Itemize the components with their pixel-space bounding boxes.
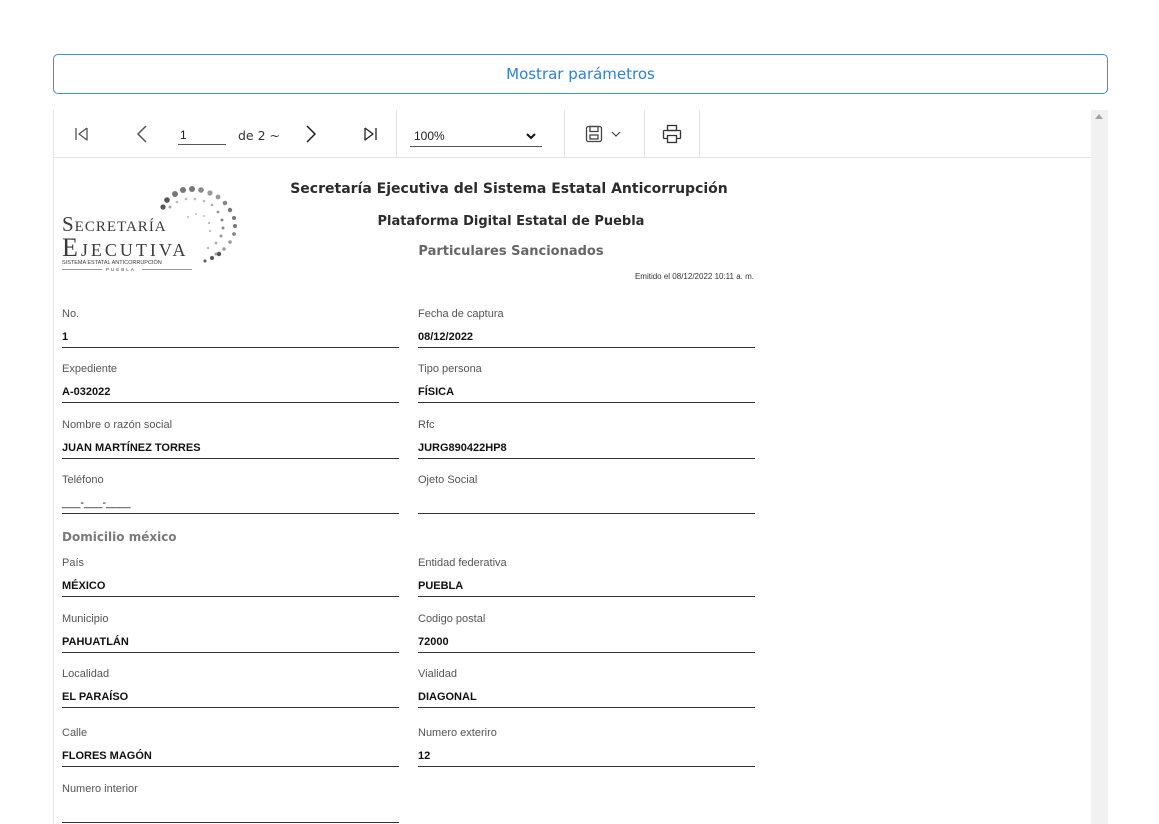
emitted-timestamp: Emitido el 08/12/2022 10:11 a. m.	[634, 272, 754, 281]
field-value: JURG890422HP8	[418, 442, 507, 454]
chevron-down-icon	[526, 129, 536, 143]
report-title: Secretaría Ejecutiva del Sistema Estatal…	[290, 181, 728, 197]
logo-text-ejecutiva: Ejecutiva	[62, 233, 189, 262]
field-underline	[62, 652, 399, 653]
field-underline	[418, 707, 755, 708]
field-label: Tipo persona	[418, 363, 482, 375]
field-value: 12	[418, 750, 431, 762]
field-value: 1	[62, 331, 69, 343]
field-label: Localidad	[62, 668, 110, 680]
field-value: DIAGONAL	[418, 691, 477, 703]
page-number-input[interactable]	[178, 126, 226, 145]
previous-page-icon[interactable]	[131, 123, 153, 145]
field-label: Entidad federativa	[418, 557, 507, 569]
logo-text-sistema: SISTEMA ESTATAL ANTICORRUPCIÓN	[62, 260, 162, 266]
field-underline	[418, 596, 755, 597]
field-value: 72000	[418, 636, 449, 648]
save-icon[interactable]	[583, 123, 605, 145]
field-underline	[62, 822, 399, 823]
field-label: Ojeto Social	[418, 474, 478, 486]
field-underline	[62, 347, 399, 348]
field-value: JUAN MARTÍNEZ TORRES	[62, 442, 201, 454]
print-group	[645, 110, 700, 158]
field-underline	[418, 402, 755, 403]
field-value: FLORES MAGÓN	[62, 750, 152, 762]
field-label: Nombre o razón social	[62, 419, 173, 431]
field-underline	[418, 766, 755, 767]
report-viewer: de 2 ~ 100%	[53, 110, 1091, 824]
field-label: Codigo postal	[418, 613, 486, 625]
field-label: Teléfono	[62, 474, 104, 486]
report-subtitle: Plataforma Digital Estatal de Puebla	[377, 214, 645, 229]
field-value: 08/12/2022	[418, 331, 474, 343]
logo-text-puebla: PUEBLA	[106, 267, 136, 272]
field-value: PUEBLA	[418, 580, 464, 592]
field-underline	[418, 347, 755, 348]
logo-rule-left	[62, 269, 102, 270]
field-underline	[62, 707, 399, 708]
vertical-scrollbar[interactable]	[1091, 110, 1108, 824]
zoom-select[interactable]: 100%	[410, 125, 542, 147]
field-value: PAHUATLÁN	[62, 636, 129, 648]
field-underline	[62, 596, 399, 597]
print-icon[interactable]	[661, 123, 683, 145]
chevron-down-icon[interactable]	[605, 123, 627, 145]
last-page-icon[interactable]	[359, 123, 381, 145]
field-underline	[418, 458, 755, 459]
field-label: Expediente	[62, 363, 118, 375]
next-page-icon[interactable]	[300, 123, 322, 145]
field-value: A-032022	[62, 386, 111, 398]
field-label: Rfc	[418, 419, 435, 431]
field-underline	[418, 652, 755, 653]
report-toolbar: de 2 ~ 100%	[54, 110, 1091, 158]
page-navigation-group: de 2 ~	[54, 110, 397, 158]
field-label: Vialidad	[418, 668, 457, 680]
show-parameters-button[interactable]: Mostrar parámetros	[53, 54, 1108, 94]
field-value: FÍSICA	[418, 386, 455, 398]
field-label: País	[62, 557, 85, 569]
field-underline	[62, 766, 399, 767]
logo-rule-right	[142, 269, 192, 270]
zoom-group: 100%	[397, 110, 565, 158]
page-count-label: de 2 ~	[238, 128, 280, 143]
field-value: MÉXICO	[62, 580, 106, 592]
field-label: No.	[62, 308, 80, 320]
field-underline	[62, 402, 399, 403]
export-group	[565, 110, 645, 158]
report-section-title: Particulares Sancionados	[418, 244, 604, 259]
field-underline	[62, 458, 399, 459]
field-value: ___-___-____	[62, 497, 131, 509]
field-value: EL PARAÍSO	[62, 691, 129, 703]
field-label: Numero exteriro	[418, 727, 497, 739]
field-label: Numero interior	[62, 783, 138, 795]
zoom-value: 100%	[414, 128, 445, 143]
field-label: Calle	[62, 727, 88, 739]
domicilio-heading: Domicilio méxico	[62, 530, 177, 544]
field-label: Municipio	[62, 613, 109, 625]
field-label: Fecha de captura	[418, 308, 504, 320]
secretaria-ejecutiva-logo: Secretaría Ejecutiva SISTEMA ESTATAL ANT…	[62, 176, 262, 276]
field-underline	[62, 513, 399, 514]
scroll-up-arrow-icon[interactable]	[1095, 114, 1103, 119]
first-page-icon[interactable]	[71, 123, 93, 145]
field-underline	[418, 513, 755, 514]
